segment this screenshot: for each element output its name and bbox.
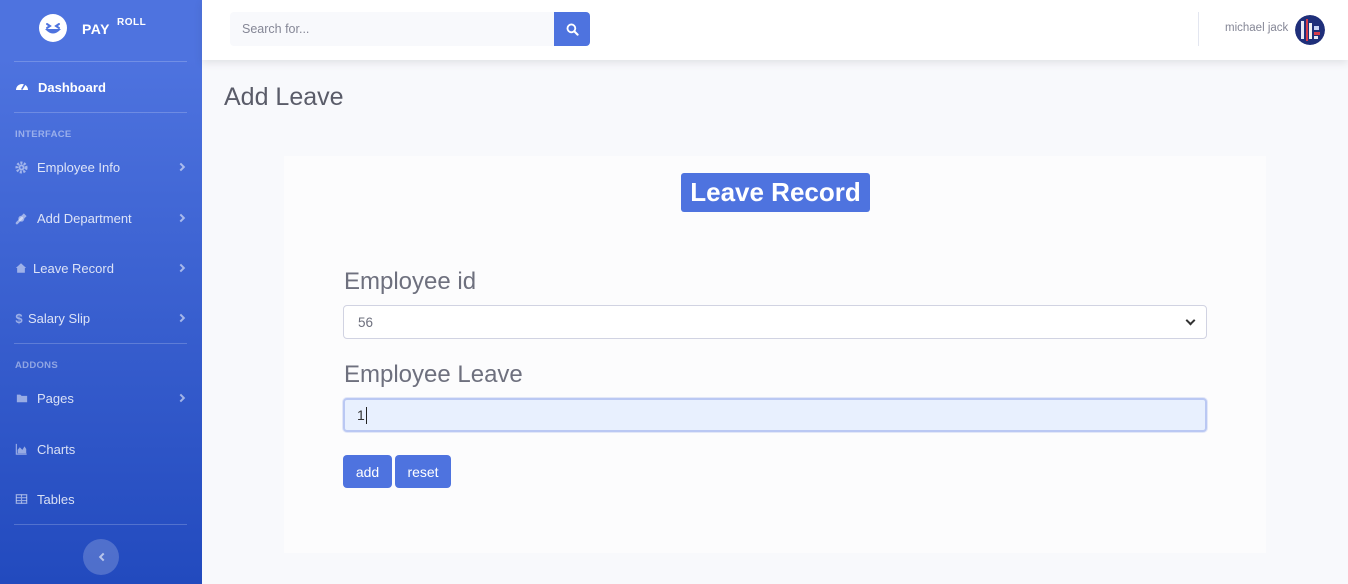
sidebar-item-label: Leave Record xyxy=(33,260,114,276)
search-button[interactable] xyxy=(554,12,590,46)
sidebar-item-label: Pages xyxy=(37,390,74,406)
brand-sup: ROLL xyxy=(117,17,147,28)
chevron-right-icon xyxy=(176,263,186,273)
sidebar-item-label: Employee Info xyxy=(37,159,121,175)
sidebar-item-leave-record[interactable]: Leave Record xyxy=(0,248,202,288)
sidebar-item-employee-info[interactable]: Employee Info xyxy=(0,147,202,187)
area-chart-icon xyxy=(15,443,27,455)
sidebar-item-label: Tables xyxy=(37,491,75,507)
sidebar-heading-interface: INTERFACE xyxy=(15,129,72,140)
chevron-right-icon xyxy=(176,313,186,323)
employee-id-value: 56 xyxy=(358,314,374,330)
employee-id-select[interactable]: 56 xyxy=(343,305,1207,339)
sidebar-item-tables[interactable]: Tables xyxy=(0,479,202,519)
chevron-right-icon xyxy=(176,162,186,172)
chevron-right-icon xyxy=(176,393,186,403)
card-title: Leave Record xyxy=(681,173,870,212)
tachometer-icon xyxy=(16,83,28,90)
text-cursor xyxy=(365,406,367,424)
sidebar-divider xyxy=(14,524,187,525)
laughing-face-icon xyxy=(39,14,67,42)
brand[interactable]: PAY ROLL xyxy=(0,0,202,60)
search-icon xyxy=(566,23,579,36)
dollar-icon: $ xyxy=(15,310,23,326)
wrench-icon xyxy=(15,212,27,224)
sidebar-heading-addons: ADDONS xyxy=(15,360,58,371)
page-title: Add Leave xyxy=(224,83,344,111)
sidebar-toggle-button[interactable] xyxy=(83,539,119,575)
sidebar-item-label: Charts xyxy=(37,441,76,457)
sidebar-divider xyxy=(14,343,187,344)
folder-icon xyxy=(16,394,28,403)
sidebar-item-dashboard[interactable]: Dashboard xyxy=(0,67,202,107)
sidebar-item-label: Dashboard xyxy=(38,79,106,95)
home-icon xyxy=(15,263,27,273)
topbar-divider xyxy=(1198,12,1199,46)
employee-leave-label: Employee Leave xyxy=(344,361,523,388)
avatar[interactable] xyxy=(1295,15,1325,45)
sidebar-item-salary-slip[interactable]: $ Salary Slip xyxy=(0,298,202,338)
sidebar-item-label: Add Department xyxy=(37,210,132,226)
sidebar-item-add-department[interactable]: Add Department xyxy=(0,198,202,238)
chevron-left-icon xyxy=(98,552,107,562)
user-name[interactable]: michael jack xyxy=(1225,22,1288,34)
chevron-right-icon xyxy=(176,213,186,223)
employee-leave-value: 1 xyxy=(357,407,365,423)
sidebar: PAY ROLL Dashboard INTERFACE Employee In… xyxy=(0,0,202,584)
search-input[interactable] xyxy=(230,12,554,46)
sidebar-item-pages[interactable]: Pages xyxy=(0,378,202,418)
table-icon xyxy=(15,494,28,504)
cog-icon xyxy=(15,160,28,174)
brand-name: PAY xyxy=(82,21,110,37)
profile-image xyxy=(1295,15,1325,45)
add-button[interactable]: add xyxy=(343,455,392,488)
employee-leave-input[interactable]: 1 xyxy=(343,398,1207,432)
sidebar-divider xyxy=(14,112,187,113)
topbar: michael jack xyxy=(202,0,1348,60)
reset-button[interactable]: reset xyxy=(395,455,451,488)
employee-id-label: Employee id xyxy=(344,268,477,295)
chevron-down-icon xyxy=(1185,315,1196,326)
sidebar-item-charts[interactable]: Charts xyxy=(0,429,202,469)
sidebar-item-label: Salary Slip xyxy=(28,310,91,326)
leave-form-card: Leave Record Employee id 56 Employee Lea… xyxy=(284,156,1266,553)
sidebar-divider xyxy=(14,61,187,62)
